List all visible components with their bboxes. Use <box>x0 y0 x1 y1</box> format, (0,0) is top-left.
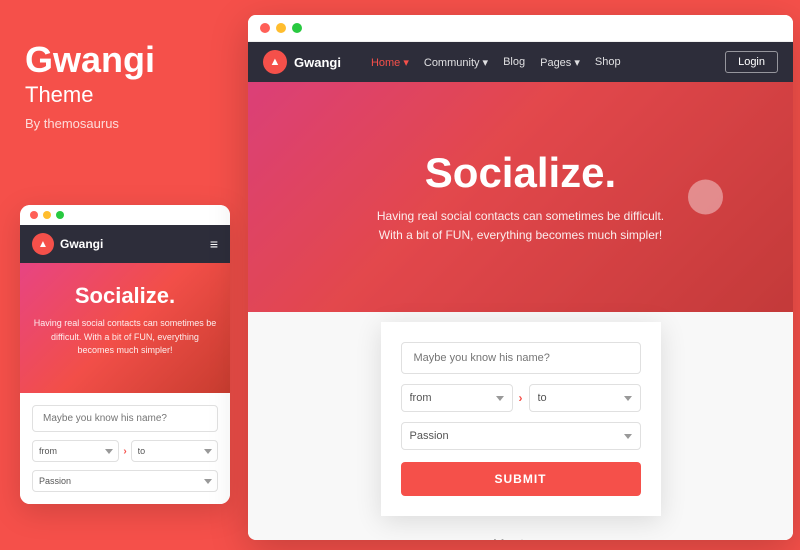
desktop-nav: ▲ Gwangi Home ▾ Community ▾ Blog Pages ▾… <box>248 42 793 82</box>
desktop-top-bar <box>248 15 793 42</box>
brand-by: By themosaurus <box>25 116 210 131</box>
to-age-select[interactable]: to <box>529 384 641 412</box>
members-section: Meet our Active Members <box>248 516 793 540</box>
left-panel: Gwangi Theme By themosaurus ▲ Gwangi ≡ S… <box>0 0 235 550</box>
desktop-nav-links: Home ▾ Community ▾ Blog Pages ▾ Shop <box>371 56 725 69</box>
nav-link-shop[interactable]: Shop <box>595 56 621 68</box>
mobile-hero: Socialize. Having real social contacts c… <box>20 263 230 393</box>
mobile-nav-brand: Gwangi <box>60 237 103 251</box>
mobile-passion-select[interactable]: Passion <box>32 470 218 492</box>
mobile-form-section: from › to Passion <box>20 393 230 504</box>
nav-link-community[interactable]: Community ▾ <box>424 56 488 69</box>
nav-link-pages[interactable]: Pages ▾ <box>540 56 580 69</box>
desktop-logo-icon: ▲ <box>263 50 287 74</box>
desktop-dot-green <box>292 23 302 33</box>
desktop-dot-yellow <box>276 23 286 33</box>
members-title: Meet our <box>263 536 778 540</box>
age-range-row: from › to <box>401 384 641 412</box>
hero-title: Socialize. <box>377 149 664 197</box>
mobile-mockup: ▲ Gwangi ≡ Socialize. Having real social… <box>20 205 230 504</box>
name-input[interactable] <box>401 342 641 374</box>
mobile-hero-title: Socialize. <box>32 283 218 309</box>
arrow-icon: › <box>519 391 523 405</box>
hamburger-icon[interactable]: ≡ <box>210 236 218 252</box>
from-age-select[interactable]: from <box>401 384 513 412</box>
mobile-name-input[interactable] <box>32 405 218 432</box>
submit-button[interactable]: SUBMIT <box>401 462 641 496</box>
desktop-dot-red <box>260 23 270 33</box>
mobile-dot-red <box>30 211 38 219</box>
mobile-nav-logo: ▲ Gwangi <box>32 233 103 255</box>
nav-link-blog[interactable]: Blog <box>503 56 525 68</box>
brand-subtitle: Theme <box>25 82 210 108</box>
hero-content: Socialize. Having real social contacts c… <box>377 149 664 245</box>
mobile-to-select[interactable]: to <box>131 440 218 462</box>
mobile-nav: ▲ Gwangi ≡ <box>20 225 230 263</box>
desktop-nav-logo: ▲ Gwangi <box>263 50 341 74</box>
mobile-age-row: from › to <box>32 440 218 462</box>
search-form-card: from › to Passion SUBMIT <box>381 322 661 516</box>
nav-link-home[interactable]: Home ▾ <box>371 56 409 69</box>
mobile-dot-green <box>56 211 64 219</box>
desktop-mockup: ▲ Gwangi Home ▾ Community ▾ Blog Pages ▾… <box>248 15 793 540</box>
brand-title: Gwangi <box>25 40 210 80</box>
mobile-arrow-icon: › <box>123 446 126 457</box>
hero-subtitle: Having real social contacts can sometime… <box>377 207 664 245</box>
login-button[interactable]: Login <box>725 51 778 73</box>
desktop-nav-brand: Gwangi <box>294 55 341 70</box>
desktop-hero: Socialize. Having real social contacts c… <box>248 82 793 312</box>
passion-select[interactable]: Passion <box>401 422 641 450</box>
mobile-top-bar <box>20 205 230 225</box>
mobile-dot-yellow <box>43 211 51 219</box>
hero-circle-decoration <box>688 180 723 215</box>
mobile-from-select[interactable]: from <box>32 440 119 462</box>
mobile-hero-subtitle: Having real social contacts can sometime… <box>32 317 218 358</box>
mobile-logo-icon: ▲ <box>32 233 54 255</box>
